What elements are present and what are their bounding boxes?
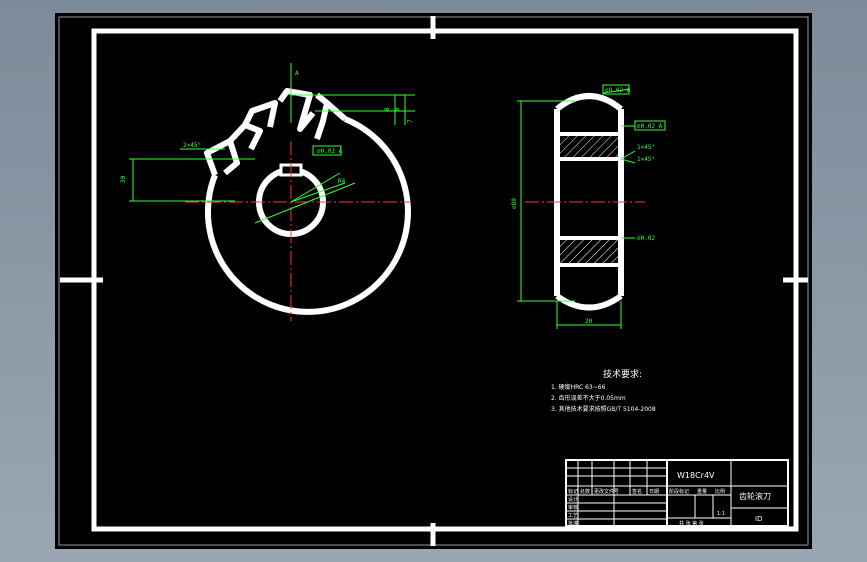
- tb-sheet-label: 共 张 第 张: [679, 520, 704, 527]
- tb-weight-label: 重量: [697, 488, 707, 495]
- tb-code: ID: [755, 515, 762, 523]
- tb-stage-label: 阶段标记: [669, 488, 689, 495]
- side-view: ⌀0.02 A ⌀0.02 A 1×45° 1×45° ⌀0.02 ⌀80 20: [511, 84, 666, 329]
- tb-row-label-2: 处数: [580, 488, 590, 495]
- side-chamfer-2: 1×45°: [637, 156, 655, 163]
- tb-scale-label: 比例: [715, 488, 725, 495]
- drawing-sheet: 2×45° 30 8 8 7 R4 A ⌀0.02 A ⌀0.02 A ⌀0.0…: [55, 13, 812, 549]
- side-gtol-lower: ⌀0.02: [637, 235, 655, 242]
- front-datum-tag: A: [295, 70, 299, 77]
- tb-row-label-5: 日期: [649, 489, 659, 495]
- front-dim-tooth-2: 8: [394, 107, 401, 111]
- front-dim-chamfer: 2×45°: [183, 142, 201, 149]
- side-chamfer-1: 1×45°: [637, 144, 655, 151]
- inner-border: [91, 28, 799, 532]
- section-hatch-bottom: [559, 240, 619, 263]
- tech-item-1: 1. 硬度HRC 63~66: [551, 383, 606, 391]
- front-view: 2×45° 30 8 8 7 R4 A ⌀0.02 A: [120, 63, 415, 321]
- front-gtol: ⌀0.02 A: [317, 148, 343, 155]
- side-gtol-mid: ⌀0.02 A: [637, 123, 663, 130]
- front-dim-tooth-1: 8: [384, 107, 391, 111]
- tech-title: 技术要求:: [603, 368, 642, 380]
- tech-item-2: 2. 齿形误差不大于0.05mm: [551, 394, 626, 402]
- hob-outline: [205, 116, 411, 315]
- tb-row-label-3: 更改文件号: [594, 488, 619, 495]
- tb-sub-label-3: 工艺: [568, 513, 578, 519]
- side-width-dim: 20: [585, 318, 593, 325]
- side-gtol-top: ⌀0.02 A: [605, 87, 631, 94]
- tb-sub-label-4: 批准: [568, 520, 578, 527]
- tb-row-label-1: 标记: [568, 488, 578, 495]
- tech-item-3: 3. 其他技术要求按照GB/T 5104-2008: [551, 405, 656, 413]
- front-dim-height: 30: [120, 175, 127, 183]
- outer-border: [58, 16, 809, 546]
- hob-teeth: [204, 88, 347, 177]
- tb-part-name: 齿轮滚刀: [739, 491, 771, 501]
- front-dim-radius: R4: [338, 178, 346, 185]
- side-outline: [554, 93, 624, 311]
- tb-material: W18Cr4V: [677, 471, 715, 480]
- tb-sub-label-1: 设计: [568, 496, 578, 503]
- tech-requirements: 技术要求: 1. 硬度HRC 63~66 2. 齿形误差不大于0.05mm 3.…: [551, 368, 656, 413]
- section-hatch-top: [559, 136, 619, 157]
- side-height-dim: ⌀80: [511, 198, 518, 209]
- tb-row-label-4: 签名: [632, 488, 642, 495]
- tb-sub-label-2: 审核: [568, 504, 578, 511]
- tb-scale: 1:1: [717, 511, 725, 517]
- cad-drawing: 2×45° 30 8 8 7 R4 A ⌀0.02 A ⌀0.02 A ⌀0.0…: [58, 16, 809, 546]
- front-dim-depth: 7: [407, 119, 414, 123]
